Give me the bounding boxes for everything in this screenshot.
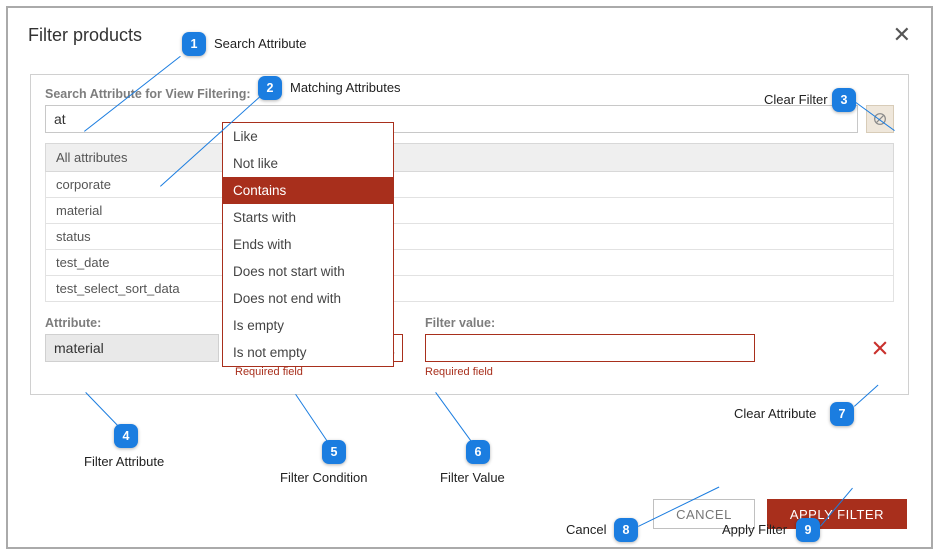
close-icon [870, 338, 890, 358]
callout-label-6: Filter Value [440, 470, 505, 485]
attribute-list: All attributes corporatematerialstatuste… [45, 143, 894, 302]
attribute-list-header[interactable]: All attributes [45, 144, 894, 172]
dropdown-option[interactable]: Is empty [223, 312, 393, 339]
list-item[interactable]: test_date [45, 250, 894, 276]
filter-panel: Search Attribute for View Filtering: All… [30, 74, 909, 395]
close-icon[interactable]: ✕ [893, 22, 911, 48]
callout-label-7: Clear Attribute [734, 406, 816, 421]
modal-header: Filter products ✕ [8, 8, 931, 54]
condition-dropdown-menu: LikeNot likeContainsStarts withEnds with… [222, 122, 394, 367]
dropdown-option[interactable]: Does not end with [223, 285, 393, 312]
clear-filter-button[interactable] [866, 105, 894, 133]
callout-label-8: Cancel [566, 522, 606, 537]
apply-filter-button[interactable]: APPLY FILTER [767, 499, 907, 529]
dropdown-option[interactable]: Contains [223, 177, 393, 204]
list-item[interactable]: corporate [45, 172, 894, 198]
callout-badge-8: 8 [614, 518, 638, 542]
callout-badge-5: 5 [322, 440, 346, 464]
filter-value-input[interactable] [425, 334, 755, 362]
list-item[interactable]: status [45, 224, 894, 250]
list-item[interactable]: test_select_sort_data [45, 276, 894, 302]
dropdown-option[interactable]: Like [223, 123, 393, 150]
list-item[interactable]: material [45, 198, 894, 224]
attribute-field: material [45, 334, 219, 362]
callout-badge-7: 7 [830, 402, 854, 426]
dropdown-option[interactable]: Ends with [223, 231, 393, 258]
value-field-label: Filter value: [425, 316, 755, 330]
callout-badge-6: 6 [466, 440, 490, 464]
dropdown-option[interactable]: Not like [223, 150, 393, 177]
attribute-field-label: Attribute: [45, 316, 219, 330]
callout-label-5: Filter Condition [280, 470, 367, 485]
dropdown-option[interactable]: Is not empty [223, 339, 393, 366]
filter-modal: Filter products ✕ Search Attribute for V… [6, 6, 933, 549]
callout-badge-4: 4 [114, 424, 138, 448]
clear-filter-icon [872, 111, 888, 127]
clear-attribute-button[interactable] [866, 334, 894, 362]
callout-label-4: Filter Attribute [84, 454, 164, 469]
dropdown-option[interactable]: Does not start with [223, 258, 393, 285]
cancel-button[interactable]: CANCEL [653, 499, 755, 529]
search-label: Search Attribute for View Filtering: [45, 87, 894, 101]
modal-title: Filter products [28, 25, 142, 46]
value-required-text: Required field [425, 366, 755, 378]
search-input[interactable] [45, 105, 858, 133]
dropdown-option[interactable]: Starts with [223, 204, 393, 231]
condition-required-text: Required field [235, 366, 403, 378]
